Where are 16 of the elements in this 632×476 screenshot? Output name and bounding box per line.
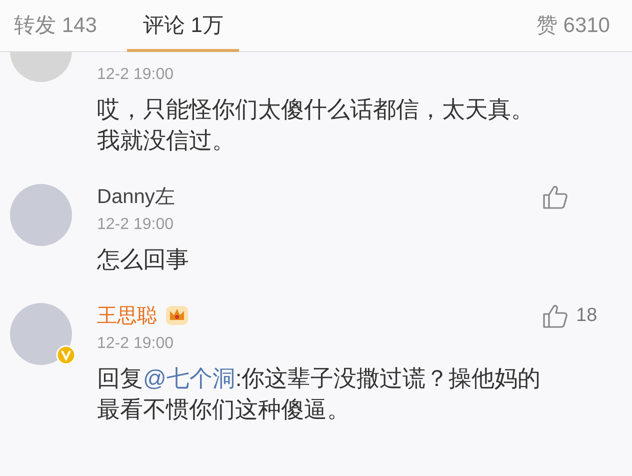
comment-time: 12-2 19:00 (97, 334, 175, 354)
like-count: 18 (576, 304, 598, 328)
comment-text: 回复@七个洞:你这辈子没撒过谎？操他妈的最看不惯你们这种傻逼。 (97, 364, 542, 424)
mention-link[interactable]: @七个洞 (143, 365, 236, 391)
thumbs-up-icon[interactable] (542, 303, 568, 329)
comment-time: 12-2 19:00 (97, 65, 175, 85)
tab[interactable]: 转发 143 (14, 0, 115, 52)
crown-icon (165, 304, 189, 326)
comment-time: 12-2 19:00 (97, 215, 175, 235)
likes-tab[interactable]: 赞 6310 (536, 0, 610, 52)
user-name[interactable]: 王思聪 (97, 302, 157, 328)
thumbs-up-icon[interactable] (542, 184, 568, 210)
comment-text: 哎，只能怪你们太傻什么话都信，太天真。我就没信过。 (97, 95, 535, 155)
tab[interactable]: 评论 1万 (126, 0, 240, 52)
comment-text: 怎么回事 (97, 245, 190, 274)
user-name[interactable]: Danny左 (97, 182, 175, 210)
